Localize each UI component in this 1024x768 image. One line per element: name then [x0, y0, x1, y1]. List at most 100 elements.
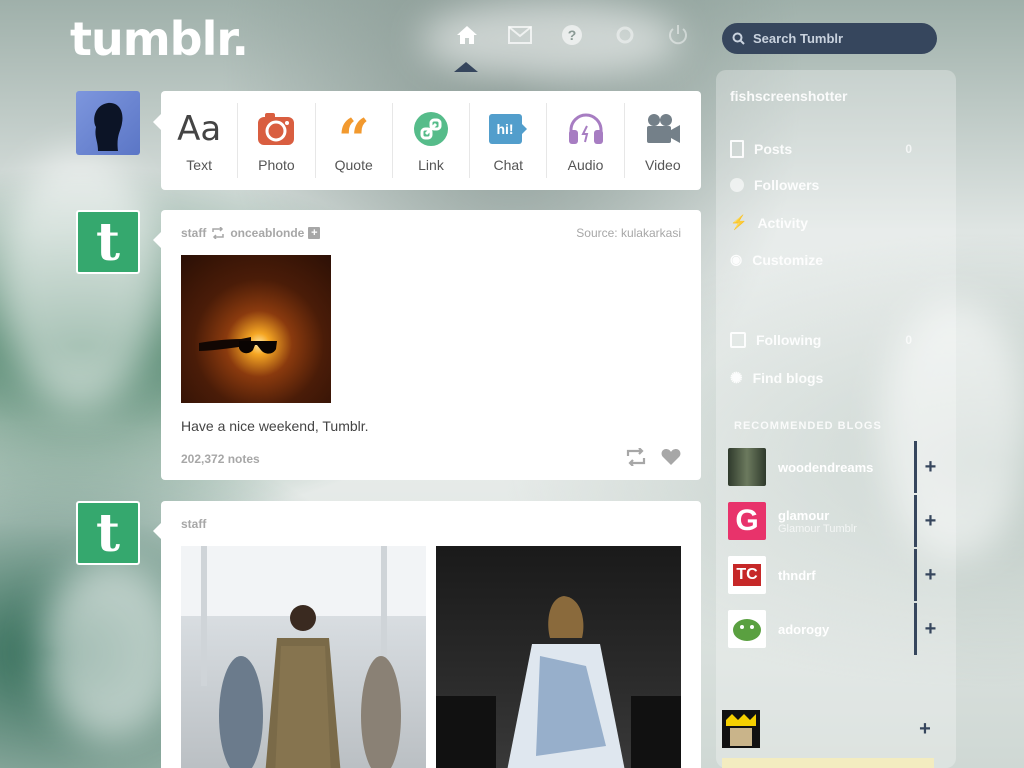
document-icon	[730, 140, 744, 158]
recommended-blog-avatar[interactable]	[728, 610, 766, 648]
post-type-label: Audio	[567, 156, 604, 173]
recommended-blog[interactable]: woodendreams +	[728, 441, 936, 493]
post-type-link[interactable]: Link	[393, 103, 471, 178]
recommended-blog-avatar[interactable]: TC	[728, 556, 766, 594]
post-pointer	[153, 232, 161, 248]
heart-icon[interactable]	[661, 448, 681, 466]
eye-icon: ◉	[730, 251, 743, 267]
post-type-label: Chat	[493, 156, 524, 173]
compass-icon: ✺	[730, 370, 743, 387]
settings-icon[interactable]	[612, 22, 638, 48]
sidebar-item-count: 0	[905, 142, 912, 156]
reblog-icon[interactable]	[625, 448, 647, 466]
sidebar-item-customize[interactable]: ◉ Customize	[730, 251, 823, 268]
post-type-quote[interactable]: “ Quote	[316, 103, 393, 178]
sidebar-item-label: Following	[756, 332, 822, 348]
sidebar-blog-title: fishscreenshotter	[730, 88, 848, 104]
camera-icon	[257, 109, 295, 149]
post-type-label: Photo	[258, 156, 295, 173]
post-header: staff onceablonde + Source: kulakarkasi	[181, 226, 681, 240]
sunset-sunglasses-photo[interactable]	[181, 255, 331, 403]
link-icon	[413, 109, 449, 149]
headphones-icon	[567, 109, 605, 149]
post-actions	[625, 448, 681, 466]
follow-button[interactable]: +	[914, 495, 944, 547]
chat-icon: hi!	[488, 109, 528, 149]
sidebar: fishscreenshotter Posts 0 Followers ⚡ Ac…	[716, 70, 956, 768]
sidebar-item-label: Customize	[752, 251, 824, 268]
sidebar-item-label: Followers	[754, 177, 820, 193]
post-author[interactable]: staff	[181, 517, 206, 531]
recommended-blog-avatar[interactable]: G	[728, 502, 766, 540]
post-type-label: Link	[418, 156, 444, 173]
composer-pointer	[153, 114, 161, 130]
power-icon[interactable]	[665, 22, 691, 48]
post-type-label: Video	[645, 156, 681, 173]
tumblr-logo[interactable]: tumblr.	[70, 12, 249, 66]
follow-button[interactable]: +	[914, 441, 944, 493]
follow-button[interactable]: +	[914, 549, 944, 601]
help-icon[interactable]: ?	[559, 22, 585, 48]
search-icon	[732, 32, 745, 45]
recommended-blog[interactable]: TC thndrf +	[728, 549, 936, 601]
post-source[interactable]: Source: kulakarkasi	[576, 226, 681, 240]
reblogged-from[interactable]: onceablonde	[230, 226, 304, 240]
radar-blog-avatar[interactable]	[722, 710, 760, 748]
post-type-photo[interactable]: Photo	[238, 103, 316, 178]
post-type-bar: Aa Text Photo “ Quote Link hi! Chat Audi…	[161, 91, 701, 190]
post-type-video[interactable]: Video	[625, 103, 701, 178]
recommended-blog[interactable]: adorogy +	[728, 603, 936, 655]
svg-text:?: ?	[568, 27, 577, 43]
home-icon[interactable]	[454, 22, 480, 48]
post-author[interactable]: staff	[181, 226, 206, 240]
sidebar-item-label: Find blogs	[752, 370, 824, 386]
sidebar-item-following[interactable]: Following 0	[730, 332, 942, 348]
post-type-label: Text	[186, 156, 212, 173]
sidebar-item-activity[interactable]: ⚡ Activity	[730, 214, 808, 231]
post-pointer	[153, 523, 161, 539]
person-box-icon	[730, 332, 746, 348]
staff-avatar[interactable]: t	[76, 210, 140, 274]
svg-text:hi!: hi!	[497, 121, 514, 137]
follow-plus-icon[interactable]: +	[308, 227, 321, 239]
recommended-blog-subtitle: Glamour Tumblr	[778, 522, 857, 535]
lightning-icon: ⚡	[730, 214, 748, 230]
sidebar-item-followers[interactable]: Followers	[730, 177, 819, 193]
active-nav-indicator	[454, 62, 478, 72]
quote-icon: “	[337, 106, 370, 173]
user-avatar[interactable]	[76, 91, 140, 155]
fashion-show-photo-right[interactable]	[436, 546, 681, 768]
radar-follow-button[interactable]: +	[910, 710, 940, 748]
recommended-blog-name[interactable]: woodendreams	[778, 460, 873, 475]
recommended-blog-name[interactable]: adorogy	[778, 622, 829, 637]
search-input[interactable]	[753, 31, 923, 46]
recommended-blog-name[interactable]: thndrf	[778, 568, 816, 583]
post-card: staff onceablonde + Source: kulakarkasi …	[161, 210, 701, 480]
sidebar-item-find-blogs[interactable]: ✺ Find blogs	[730, 369, 823, 387]
post-type-label: Quote	[334, 156, 373, 173]
recommended-blog-avatar[interactable]	[728, 448, 766, 486]
sidebar-item-label: Activity	[757, 214, 809, 231]
sidebar-blog-name[interactable]: fishscreenshotter	[730, 88, 847, 104]
mail-icon[interactable]	[507, 22, 533, 48]
post-notes[interactable]: 202,372 notes	[181, 452, 260, 466]
post-header: staff	[181, 517, 681, 531]
sidebar-item-posts[interactable]: Posts 0	[730, 140, 942, 158]
recommended-blogs-heading: RECOMMENDED BLOGS	[734, 420, 882, 432]
recommended-blog-name[interactable]: glamour	[778, 508, 857, 523]
staff-avatar[interactable]: t	[76, 501, 140, 565]
follow-button[interactable]: +	[914, 603, 944, 655]
recommended-blog[interactable]: G glamour Glamour Tumblr +	[728, 495, 936, 547]
sidebar-item-label: Posts	[754, 141, 793, 157]
fashion-show-photo-left[interactable]	[181, 546, 426, 768]
post-type-chat[interactable]: hi! Chat	[470, 103, 548, 178]
video-camera-icon	[644, 109, 682, 149]
sidebar-item-count: 0	[905, 333, 912, 347]
post-type-text[interactable]: Aa Text	[161, 103, 239, 178]
post-card: staff	[161, 501, 701, 768]
post-type-audio[interactable]: Audio	[547, 103, 625, 178]
reblog-icon	[212, 227, 225, 239]
radar-post-preview	[722, 758, 934, 768]
person-icon	[730, 178, 744, 192]
search-bar[interactable]	[722, 23, 937, 54]
